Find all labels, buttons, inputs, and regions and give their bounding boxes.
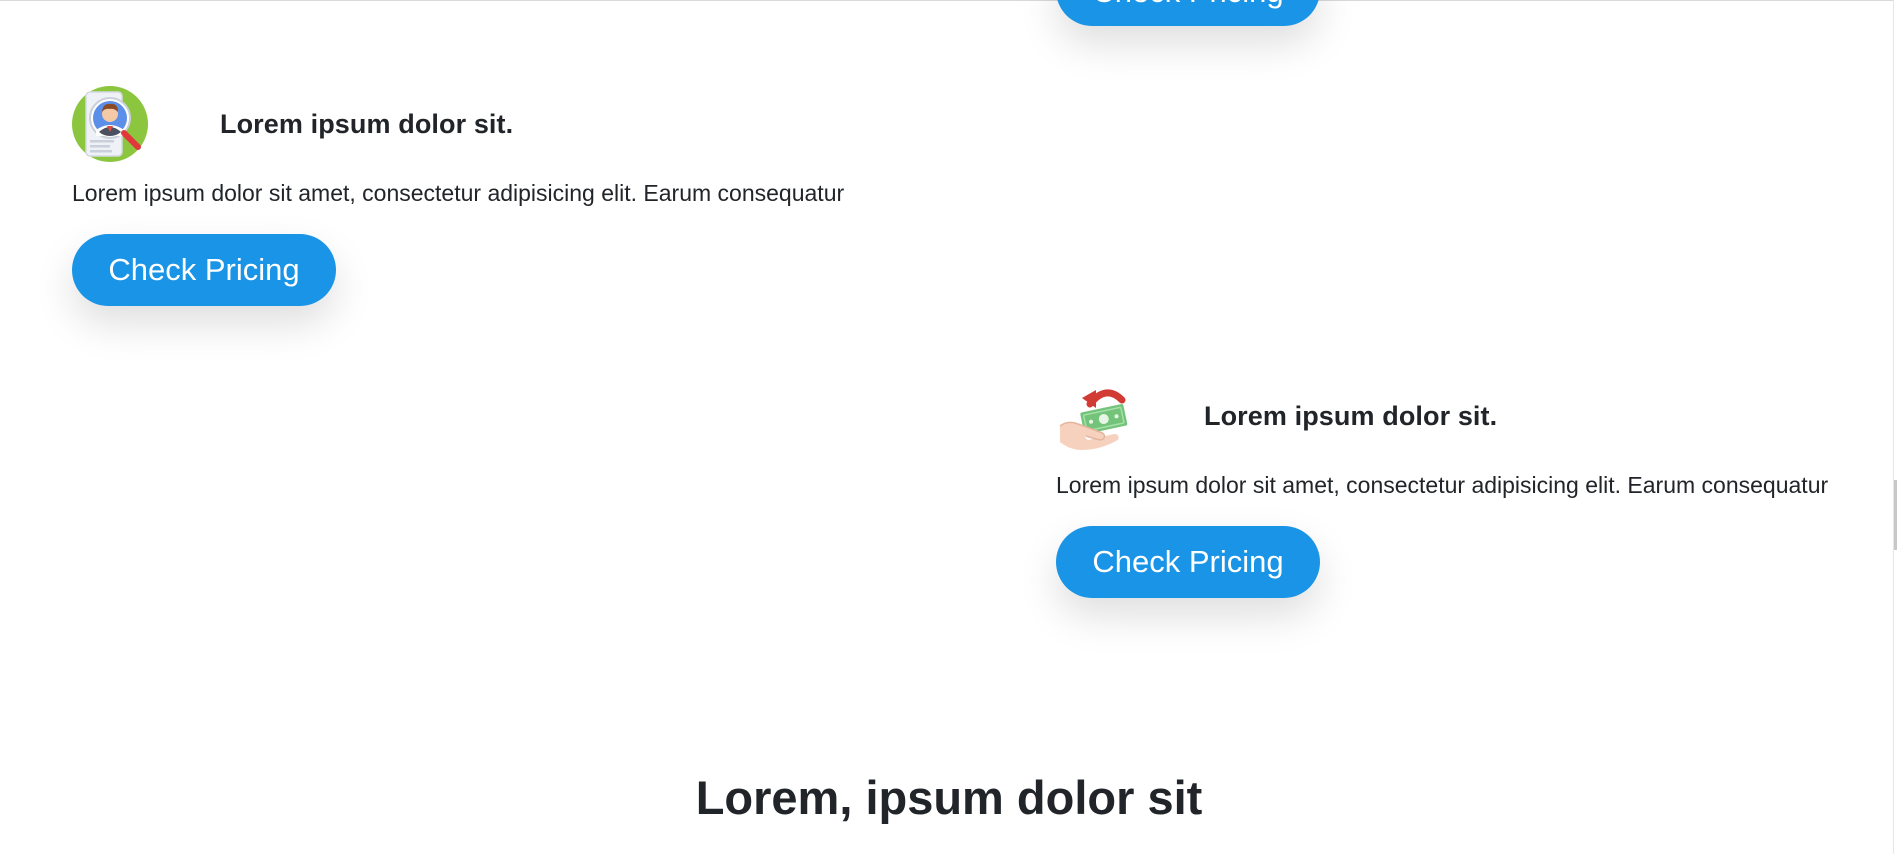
cash-refund-icon	[1059, 389, 1128, 450]
feature-title: Lorem ipsum dolor sit.	[220, 108, 514, 139]
feature-title: Lorem ipsum dolor sit.	[1204, 400, 1498, 431]
check-pricing-button[interactable]: Check Pricing	[1056, 526, 1320, 598]
scrollbar[interactable]	[1893, 0, 1898, 854]
feature-description: Lorem ipsum dolor sit amet, consectetur …	[72, 180, 845, 206]
feature-card-candidate-search: Lorem ipsum dolor sit. Lorem ipsum dolor…	[72, 84, 932, 306]
check-pricing-button[interactable]: Check Pricing	[72, 234, 336, 306]
feature-card-cash-refund: Lorem ipsum dolor sit. Lorem ipsum dolor…	[1056, 376, 1898, 598]
page: Check Pricing Lorem ipsum dolor sit.	[0, 0, 1898, 854]
check-pricing-button-label: Check Pricing	[1092, 0, 1283, 9]
feature-card-header: Lorem ipsum dolor sit.	[1056, 376, 1898, 456]
feature-card-header: Lorem ipsum dolor sit.	[72, 84, 932, 164]
top-divider	[0, 0, 1898, 1]
feature-description: Lorem ipsum dolor sit amet, consectetur …	[1056, 472, 1829, 498]
check-pricing-button-partial[interactable]: Check Pricing	[1056, 0, 1320, 26]
section-title: Lorem, ipsum dolor sit	[695, 771, 1203, 824]
scrollbar-thumb[interactable]	[1894, 480, 1897, 550]
candidate-search-icon	[72, 86, 148, 162]
